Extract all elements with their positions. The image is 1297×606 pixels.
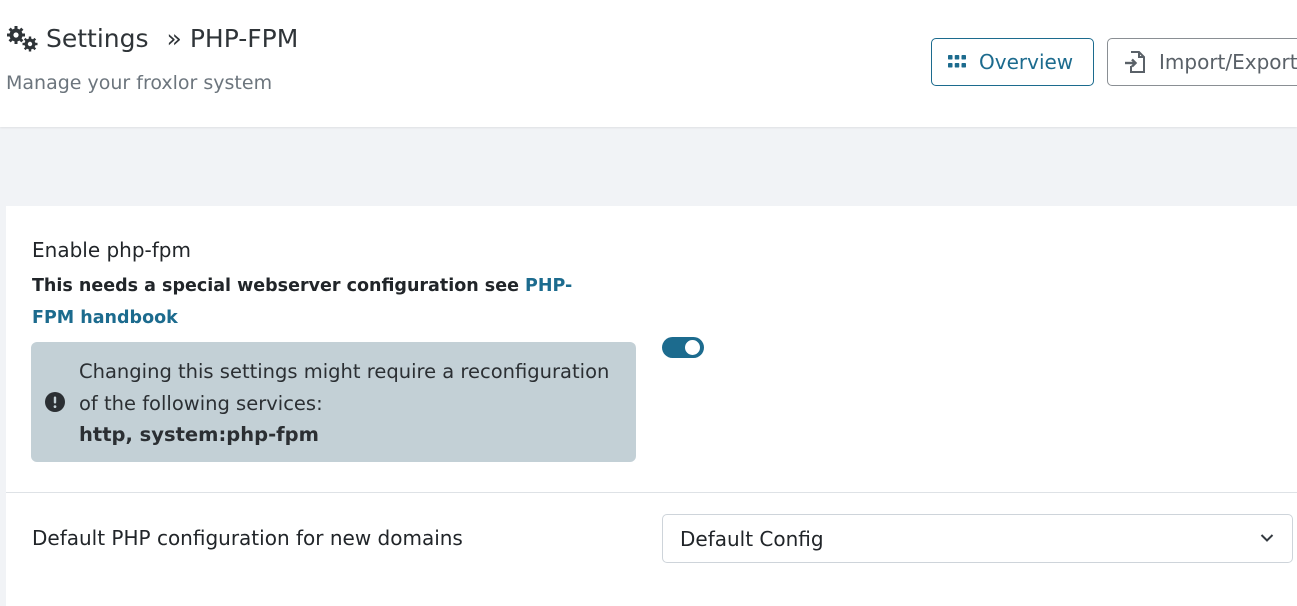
breadcrumb-separator: »: [166, 24, 182, 53]
title-text: Settings: [46, 24, 149, 53]
file-import-icon: [1125, 51, 1145, 73]
reconfiguration-alert: Changing this settings might require a r…: [31, 342, 636, 462]
alert-message: Changing this settings might require a r…: [79, 360, 610, 415]
chevron-down-icon: [1260, 534, 1274, 542]
default-php-config-select[interactable]: Default Config: [662, 514, 1293, 563]
default-php-config-label: Default PHP configuration for new domain…: [32, 526, 463, 550]
enable-php-fpm-description: This needs a special webserver configura…: [32, 270, 612, 334]
import-export-label: Import/Export: [1159, 50, 1297, 74]
gears-icon: [7, 25, 38, 51]
description-text: This needs a special webserver configura…: [32, 276, 526, 296]
toggle-knob: [685, 340, 700, 355]
enable-php-fpm-toggle[interactable]: [662, 337, 704, 358]
grid-icon: [948, 55, 966, 68]
settings-card: Enable php-fpm This needs a special webs…: [6, 206, 1297, 606]
page-title: Settings » PHP-FPM: [6, 24, 298, 53]
exclamation-circle-icon: [45, 392, 65, 412]
select-value: Default Config: [680, 526, 824, 551]
row-divider: [6, 492, 1297, 493]
page-header: Settings » PHP-FPM Manage your froxlor s…: [0, 0, 1297, 127]
page-subtitle: Manage your froxlor system: [6, 72, 273, 94]
overview-button[interactable]: Overview: [931, 38, 1094, 86]
alert-text: Changing this settings might require a r…: [79, 356, 619, 451]
enable-php-fpm-label: Enable php-fpm: [32, 238, 191, 262]
overview-label: Overview: [979, 50, 1074, 74]
import-export-button[interactable]: Import/Export: [1107, 38, 1297, 86]
alert-services: http, system:php-fpm: [79, 423, 319, 446]
section-title: PHP-FPM: [189, 24, 299, 53]
